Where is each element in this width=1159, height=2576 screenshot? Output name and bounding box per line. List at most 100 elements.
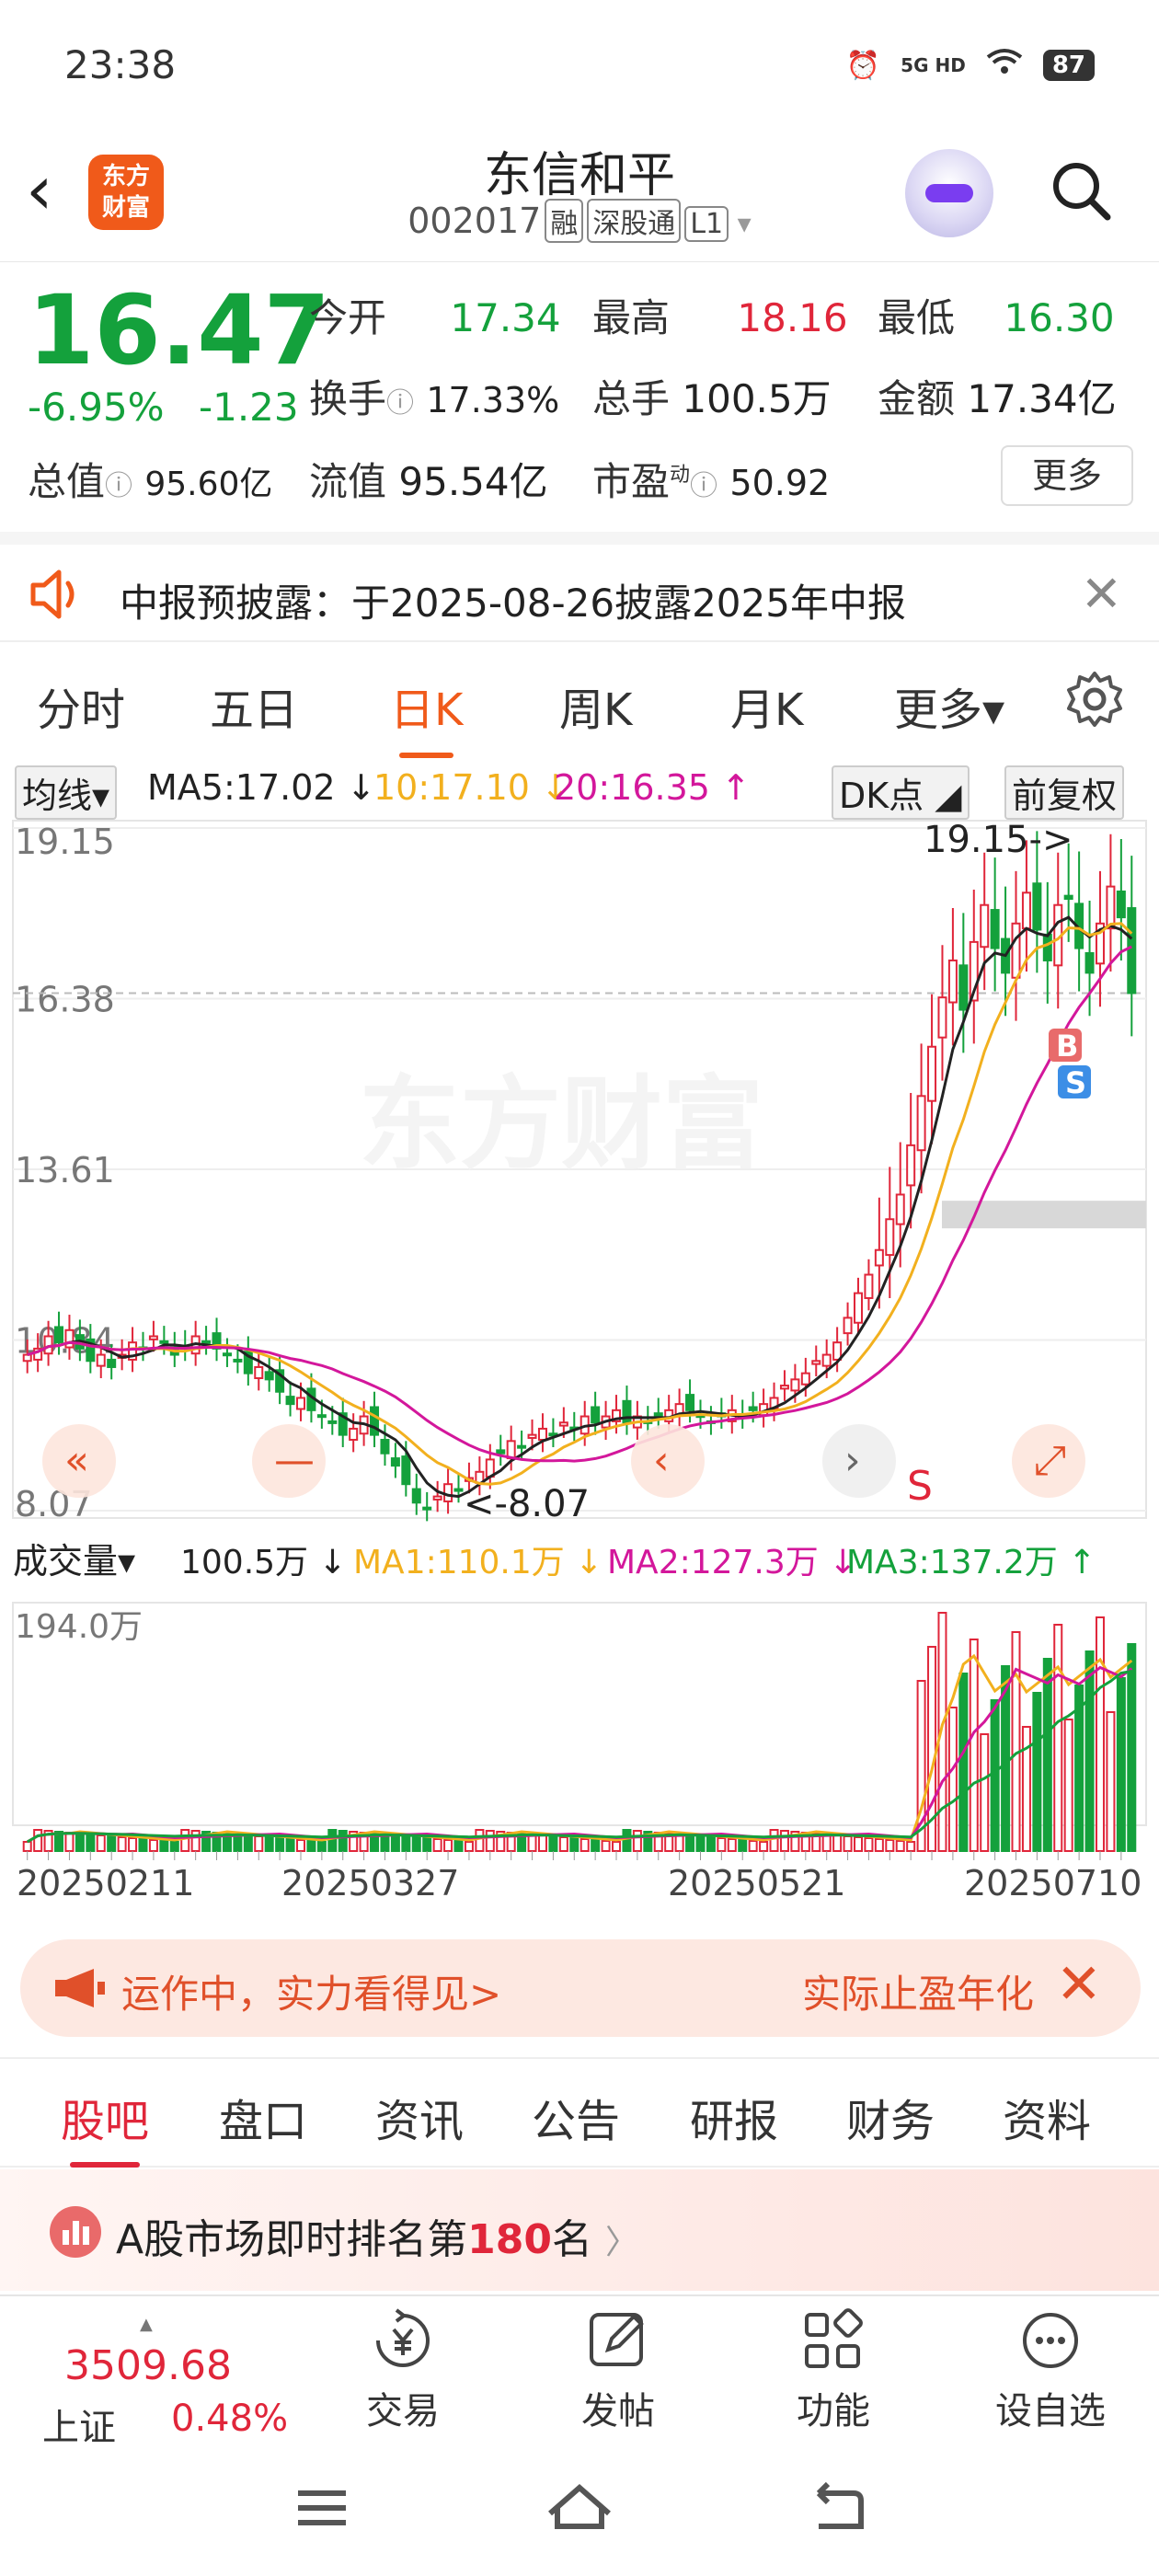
tab-news[interactable]: 资讯 [375,2085,464,2149]
mktcap-item: 总值ⓘ 95.60亿 [28,451,272,507]
mktcap-value: 95.60亿 [144,466,273,503]
x-tick-label: 20250211 [17,1863,194,1903]
volume-ma2-value: MA2:127.3万 ↓ [607,1544,856,1581]
volume-bar [148,1839,158,1852]
buy-marker-label: B [1056,1029,1078,1064]
volume-bar [33,1829,43,1852]
turnover-value: 17.33% [426,380,560,420]
volume-bar [107,1835,117,1852]
volume-bar [1116,1677,1126,1852]
floatcap-item: 流值 95.54亿 [309,451,548,507]
trade-icon [376,2308,430,2367]
volume-bar [443,1839,453,1852]
volume-bar [1127,1643,1137,1852]
add-watchlist-button[interactable]: 设自选 [977,2307,1124,2434]
volume-bar [727,1838,737,1852]
tag-margin: 融 [545,199,584,243]
volume-bar [75,1833,85,1852]
tab-announcements[interactable]: 公告 [532,2085,620,2149]
candle-body [422,1506,432,1511]
tab-monthly-k[interactable]: 月K [730,673,803,738]
more-button[interactable]: 更多 [1001,445,1133,506]
return-icon[interactable] [816,2481,864,2529]
indicator-selector[interactable]: 均线▾ [15,765,118,820]
chevron-right-icon: 〉 [604,2224,638,2261]
tab-daily-k[interactable]: 日K [390,673,463,758]
volume-bar [569,1837,580,1852]
promo-banner[interactable]: 运作中，实力看得见> 实际止盈年化 ✕ [20,1939,1141,2037]
close-icon[interactable]: ✕ [1081,565,1122,623]
volume-bar [548,1835,558,1852]
volume-bar [275,1837,285,1852]
assistant-robot-icon[interactable] [905,149,993,237]
trade-button[interactable]: 交易 [329,2307,476,2434]
open-value: 17.34 [450,295,561,340]
kline-chart[interactable]: 19.1516.3813.6110.848.07东方财富19.15-><-8.0… [0,819,1159,1923]
candle-body [295,1397,306,1410]
candle-body [558,1421,568,1427]
ma5-value: MA5:17.02 ↓ [147,767,376,808]
tab-profile[interactable]: 资料 [1003,2085,1091,2149]
candle-body [1063,894,1073,901]
volume-bar [422,1837,432,1852]
volume-bar [580,1838,590,1852]
change-amount: -1.23 [198,385,299,430]
menu-icon[interactable] [298,2490,346,2525]
candle-body [96,1353,106,1367]
market-rank-card[interactable]: A股市场即时排名第180名 〉 [0,2169,1159,2291]
candle-body [517,1444,527,1449]
trade-label: 交易 [366,2390,440,2432]
notice-bar[interactable]: 中报预披露：于2025-08-26披露2025年中报 ✕ [0,532,1159,642]
volume-bar [895,1840,905,1852]
tab-research[interactable]: 研报 [690,2085,778,2149]
candle-body [285,1396,295,1406]
candle-body [779,1385,789,1390]
ma-indicator-row: 均线▾ MA5:17.02 ↓ 10:17.10 ↓ 20:16.35 ↑ DK… [0,762,1159,820]
candle-body [411,1488,421,1504]
candle-body [349,1427,359,1441]
post-button[interactable]: 发帖 [545,2307,692,2434]
dk-point-selector[interactable]: DK点 ◢ [832,765,970,820]
home-icon[interactable] [548,2484,611,2529]
volume-bar [243,1834,253,1852]
volume-bar [980,1733,990,1852]
tab-orderbook[interactable]: 盘口 [219,2085,307,2149]
tab-intraday[interactable]: 分时 [37,673,125,738]
info-icon[interactable]: ⓘ [690,470,717,502]
candle-body [1042,933,1052,961]
adjust-selector[interactable]: 前复权 [1004,765,1125,820]
volume-label: 总手 [592,376,671,421]
volume-ma1-value: MA1:110.1万 ↓ [353,1544,602,1581]
candle-body [811,1360,821,1365]
search-icon[interactable] [1050,160,1111,221]
volume-bar [64,1832,75,1852]
tab-financials[interactable]: 财务 [846,2085,935,2149]
info-icon[interactable]: ⓘ [386,387,414,420]
tab-forum[interactable]: 股吧 [61,2085,149,2168]
volume-bar [769,1829,779,1852]
candle-body [107,1358,117,1368]
tab-more[interactable]: 更多▾ [894,673,1004,738]
pe-sup: 动 [670,464,691,487]
tab-five-day[interactable]: 五日 [210,673,298,738]
volume-bar [632,1830,642,1852]
quote-row-1: 今开 17.34 [309,287,561,343]
volume-value: 100.5万 [682,376,832,421]
info-icon[interactable]: ⓘ [105,470,132,502]
dk-label: DK点 [839,776,924,816]
dropdown-icon[interactable]: ▾ [729,208,752,240]
k-chart-area[interactable]: 19.15 16.38 13.61 10.84 8.07 东方财富 19.15-> <-8.0… [0,819,1159,1923]
close-icon[interactable]: ✕ [1056,1952,1102,2017]
volume-bar [885,1839,895,1852]
gear-icon[interactable] [1065,670,1124,732]
volume-bar [1032,1692,1042,1852]
candle-body [748,1406,758,1411]
volume-bar [738,1839,748,1852]
volume-bar [306,1840,316,1852]
functions-button[interactable]: 功能 [760,2307,907,2434]
candle-body [148,1335,158,1340]
tab-weekly-k[interactable]: 周K [559,673,632,738]
ma20-value: 20:16.35 ↑ [554,767,751,808]
amount-item: 金额 17.34亿 [878,368,1117,424]
high-label: 最高 [592,295,671,340]
